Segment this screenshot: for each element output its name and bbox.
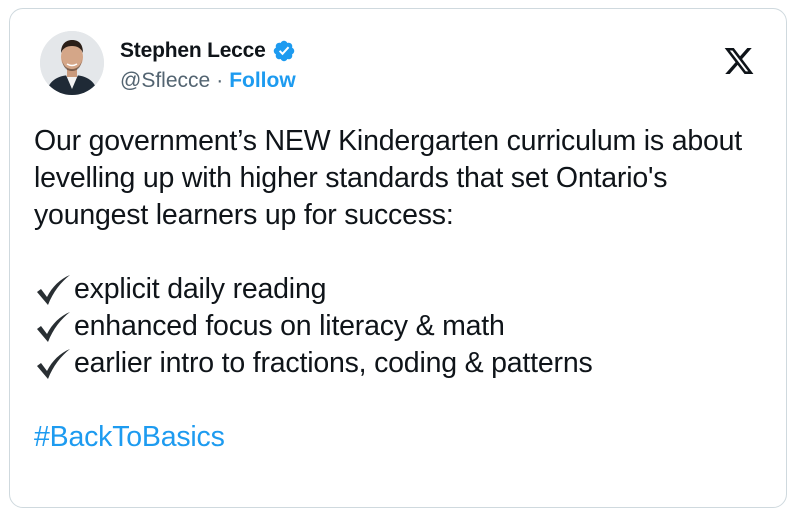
tweet-card: Stephen Lecce @Sflecce · Follow Our gove…: [9, 8, 787, 508]
checklist-item-label: earlier intro to fractions, coding & pat…: [74, 347, 593, 379]
checklist-item-label: enhanced focus on literacy & math: [74, 310, 505, 342]
check-mark-icon: [37, 348, 70, 379]
verified-badge-icon: [273, 40, 294, 62]
check-mark-icon: [37, 274, 70, 305]
tweet-body: Our government’s NEW Kindergarten curric…: [34, 123, 774, 456]
author-handle[interactable]: @Sflecce: [120, 69, 210, 93]
check-mark-icon: [37, 311, 70, 342]
list-item: explicit daily reading: [34, 271, 774, 308]
avatar-image: [40, 31, 104, 95]
avatar[interactable]: [40, 31, 104, 95]
checklist-item-label: explicit daily reading: [74, 273, 327, 305]
tweet-text-intro: Our government’s NEW Kindergarten curric…: [34, 125, 743, 231]
separator-dot: ·: [216, 69, 224, 92]
checklist: explicit daily reading enhanced focus on…: [34, 271, 774, 382]
author-block: Stephen Lecce @Sflecce · Follow: [120, 37, 296, 93]
author-display-name[interactable]: Stephen Lecce: [120, 39, 266, 63]
x-logo-icon[interactable]: [722, 45, 756, 77]
name-row: Stephen Lecce: [120, 37, 296, 65]
list-item: earlier intro to fractions, coding & pat…: [34, 345, 774, 382]
tweet-header: Stephen Lecce @Sflecce · Follow: [40, 27, 762, 107]
handle-row: @Sflecce · Follow: [120, 69, 296, 93]
follow-button[interactable]: Follow: [229, 69, 296, 93]
list-item: enhanced focus on literacy & math: [34, 308, 774, 345]
hashtag-link[interactable]: #BackToBasics: [34, 419, 774, 456]
